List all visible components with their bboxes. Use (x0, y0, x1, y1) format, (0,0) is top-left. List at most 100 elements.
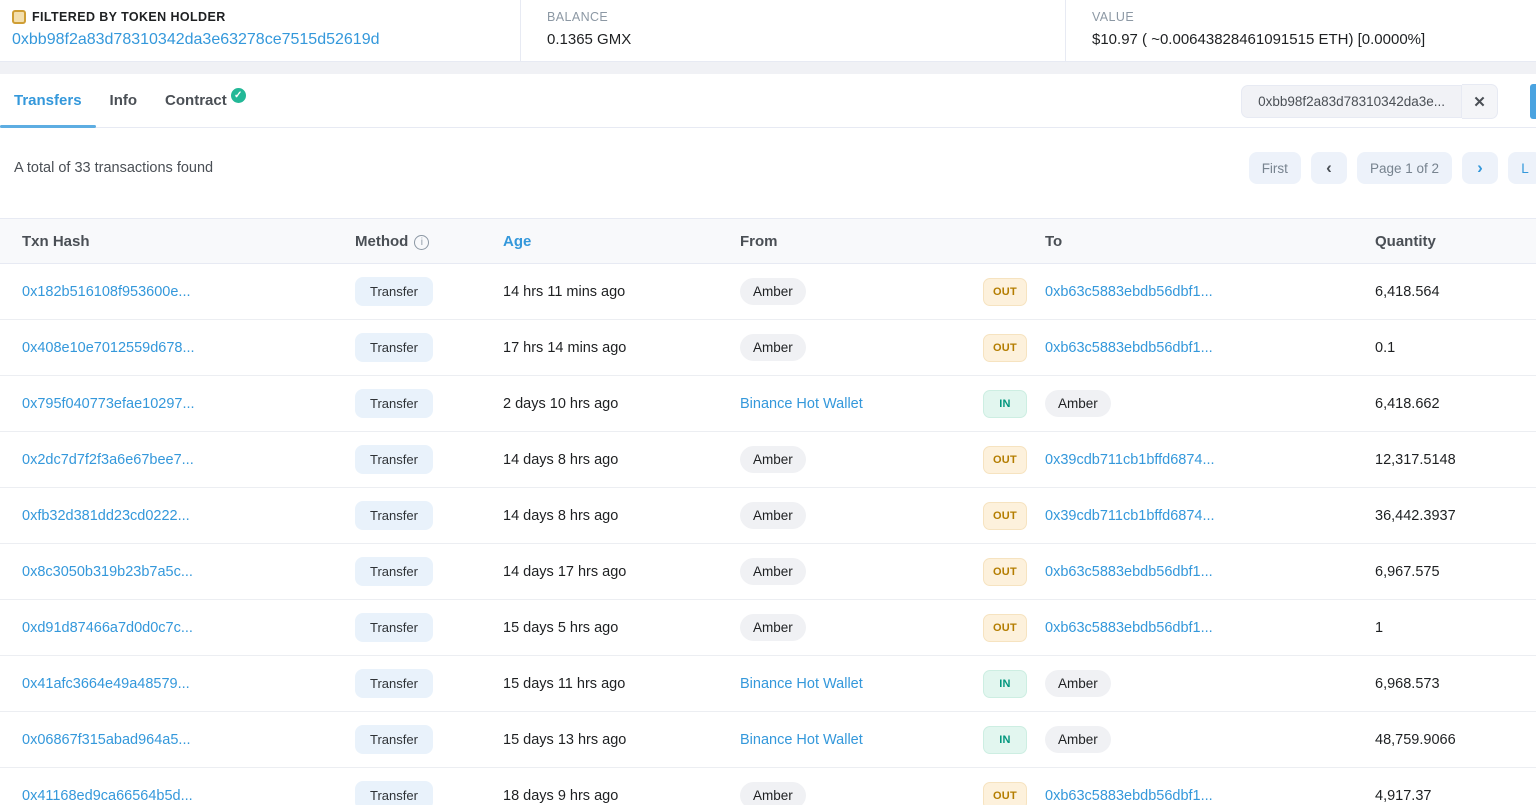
method-badge: Transfer (355, 389, 433, 418)
tab-info-label: Info (110, 92, 138, 109)
quantity-cell: 6,418.564 (1375, 284, 1536, 300)
section-divider-band (0, 62, 1536, 74)
method-badge: Transfer (355, 781, 433, 805)
age-cell: 15 days 13 hrs ago (503, 732, 740, 748)
age-cell: 15 days 11 hrs ago (503, 676, 740, 692)
direction-badge: IN (983, 670, 1027, 698)
to-address[interactable]: 0x39cdb711cb1bffd6874... (1045, 452, 1215, 468)
pagination-first-button[interactable]: First (1249, 152, 1301, 184)
to-address[interactable]: 0xb63c5883ebdb56dbf1... (1045, 284, 1213, 300)
method-badge: Transfer (355, 725, 433, 754)
quantity-cell: 6,418.662 (1375, 396, 1536, 412)
from-address[interactable]: Amber (740, 502, 806, 529)
table-row: 0x06867f315abad964a5... Transfer 15 days… (0, 712, 1536, 768)
pagination-prev-button[interactable]: ‹ (1311, 152, 1347, 184)
header-method: Methodi (355, 233, 503, 250)
active-filter-chip: 0xbb98f2a83d78310342da3e... ✕ (1241, 84, 1498, 119)
filter-holder-label-row: FILTERED BY TOKEN HOLDER (12, 10, 506, 24)
from-address[interactable]: Binance Hot Wallet (740, 396, 863, 412)
age-cell: 14 days 8 hrs ago (503, 508, 740, 524)
quantity-cell: 6,968.573 (1375, 676, 1536, 692)
method-badge: Transfer (355, 501, 433, 530)
from-address[interactable]: Amber (740, 558, 806, 585)
txn-hash-link[interactable]: 0xfb32d381dd23cd0222... (22, 508, 190, 524)
txn-hash-link[interactable]: 0x41168ed9ca66564b5d... (22, 788, 193, 804)
txn-hash-link[interactable]: 0xd91d87466a7d0d0c7c... (22, 620, 193, 636)
edge-partial-button[interactable] (1530, 84, 1536, 119)
table-row: 0x795f040773efae10297... Transfer 2 days… (0, 376, 1536, 432)
from-address[interactable]: Amber (740, 334, 806, 361)
tab-transfers-label: Transfers (14, 92, 82, 109)
method-badge: Transfer (355, 613, 433, 642)
direction-badge: OUT (983, 446, 1027, 474)
age-cell: 15 days 5 hrs ago (503, 620, 740, 636)
quantity-cell: 4,917.37 (1375, 788, 1536, 804)
direction-badge: IN (983, 726, 1027, 754)
table-row: 0x182b516108f953600e... Transfer 14 hrs … (0, 264, 1536, 320)
age-cell: 14 days 17 hrs ago (503, 564, 740, 580)
txn-hash-link[interactable]: 0x182b516108f953600e... (22, 284, 191, 300)
filter-address-chip: 0xbb98f2a83d78310342da3e... (1241, 85, 1462, 118)
direction-badge: IN (983, 390, 1027, 418)
table-row: 0xfb32d381dd23cd0222... Transfer 14 days… (0, 488, 1536, 544)
table-row: 0x2dc7d7f2f3a6e67bee7... Transfer 14 day… (0, 432, 1536, 488)
txn-hash-link[interactable]: 0x8c3050b319b23b7a5c... (22, 564, 193, 580)
to-address[interactable]: Amber (1045, 390, 1111, 417)
total-transactions-text: A total of 33 transactions found (14, 160, 213, 176)
from-address[interactable]: Binance Hot Wallet (740, 676, 863, 692)
to-address[interactable]: Amber (1045, 670, 1111, 697)
from-address[interactable]: Binance Hot Wallet (740, 732, 863, 748)
txn-hash-link[interactable]: 0x06867f315abad964a5... (22, 732, 191, 748)
header-quantity: Quantity (1375, 233, 1536, 250)
filter-holder-label: FILTERED BY TOKEN HOLDER (32, 10, 226, 24)
pagination: First ‹ Page 1 of 2 › L (1249, 152, 1522, 184)
tab-contract-label: Contract (165, 92, 227, 109)
tab-info[interactable]: Info (96, 74, 152, 127)
from-address[interactable]: Amber (740, 278, 806, 305)
direction-badge: OUT (983, 502, 1027, 530)
direction-badge: OUT (983, 558, 1027, 586)
method-badge: Transfer (355, 669, 433, 698)
tab-contract[interactable]: Contract ✓ (151, 74, 260, 127)
to-address[interactable]: Amber (1045, 726, 1111, 753)
age-cell: 14 hrs 11 mins ago (503, 284, 740, 300)
header-age[interactable]: Age (503, 233, 740, 250)
to-address[interactable]: 0x39cdb711cb1bffd6874... (1045, 508, 1215, 524)
from-address[interactable]: Amber (740, 782, 806, 805)
to-address[interactable]: 0xb63c5883ebdb56dbf1... (1045, 620, 1213, 636)
direction-badge: OUT (983, 334, 1027, 362)
tab-transfers[interactable]: Transfers (0, 74, 96, 127)
txn-hash-link[interactable]: 0x408e10e7012559d678... (22, 340, 195, 356)
to-address[interactable]: 0xb63c5883ebdb56dbf1... (1045, 340, 1213, 356)
age-cell: 17 hrs 14 mins ago (503, 340, 740, 356)
method-info-icon[interactable]: i (414, 235, 429, 250)
method-badge: Transfer (355, 557, 433, 586)
from-address[interactable]: Amber (740, 446, 806, 473)
txn-hash-link[interactable]: 0x795f040773efae10297... (22, 396, 195, 412)
filter-close-icon[interactable]: ✕ (1462, 84, 1498, 119)
quantity-cell: 0.1 (1375, 340, 1536, 356)
from-address[interactable]: Amber (740, 614, 806, 641)
txn-hash-link[interactable]: 0x2dc7d7f2f3a6e67bee7... (22, 452, 194, 468)
to-address[interactable]: 0xb63c5883ebdb56dbf1... (1045, 564, 1213, 580)
header-txn-hash: Txn Hash (22, 233, 355, 250)
table-body: 0x182b516108f953600e... Transfer 14 hrs … (0, 264, 1536, 805)
tabs-bar: Transfers Info Contract ✓ 0xbb98f2a83d78… (0, 74, 1536, 128)
quantity-cell: 6,967.575 (1375, 564, 1536, 580)
method-badge: Transfer (355, 333, 433, 362)
to-address[interactable]: 0xb63c5883ebdb56dbf1... (1045, 788, 1213, 804)
holder-address-link[interactable]: 0xbb98f2a83d78310342da3e63278ce7515d5261… (12, 31, 379, 48)
direction-badge: OUT (983, 782, 1027, 805)
value-label: VALUE (1092, 10, 1522, 24)
contract-verified-icon: ✓ (231, 88, 246, 103)
pagination-last-button[interactable]: L (1508, 152, 1536, 184)
quantity-cell: 36,442.3937 (1375, 508, 1536, 524)
pagination-page-indicator: Page 1 of 2 (1357, 152, 1452, 184)
txn-hash-link[interactable]: 0x41afc3664e49a48579... (22, 676, 190, 692)
age-cell: 2 days 10 hrs ago (503, 396, 740, 412)
direction-badge: OUT (983, 278, 1027, 306)
summary-header: FILTERED BY TOKEN HOLDER 0xbb98f2a83d783… (0, 0, 1536, 62)
pagination-next-button[interactable]: › (1462, 152, 1498, 184)
table-row: 0x408e10e7012559d678... Transfer 17 hrs … (0, 320, 1536, 376)
header-method-label: Method (355, 233, 408, 250)
